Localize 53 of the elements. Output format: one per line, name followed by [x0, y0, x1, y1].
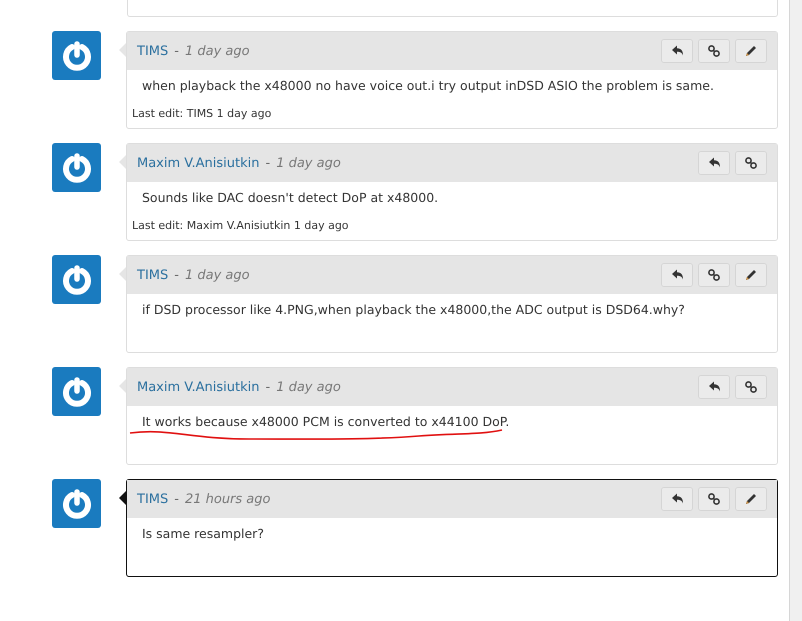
link-button[interactable]: [698, 487, 730, 511]
reply-button[interactable]: [661, 263, 693, 287]
power-icon: [60, 376, 92, 408]
last-edit-note: Last edit: Maxim V.Anisiutkin 1 day ago: [131, 219, 350, 234]
reply-icon: [707, 156, 721, 170]
edit-button[interactable]: [735, 263, 767, 287]
timestamp: 21 hours ago: [184, 492, 270, 506]
power-icon: [60, 40, 92, 72]
reply-icon: [707, 380, 721, 394]
link-icon: [744, 380, 758, 394]
comment-text: It works because x48000 PCM is converted to x44100 DoP.: [142, 414, 510, 429]
author-link[interactable]: TIMS: [137, 268, 168, 282]
link-icon: [707, 268, 721, 282]
link-icon: [744, 156, 758, 170]
comment-text: when playback the x48000 no have voice out.i try output inDSD ASIO the problem is same.: [142, 78, 714, 93]
timestamp: 1 day ago: [184, 44, 250, 58]
power-icon: [60, 152, 92, 184]
pencil-icon: [744, 492, 758, 506]
comment-text: if DSD processor like 4.PNG,when playback the x48000,the ADC output is DSD64.why?: [142, 302, 685, 317]
author-link[interactable]: TIMS: [137, 492, 168, 506]
timestamp: 1 day ago: [276, 380, 341, 394]
reply-button[interactable]: [698, 151, 730, 175]
edit-button[interactable]: [735, 487, 767, 511]
separator: -: [265, 380, 270, 394]
reply-icon: [670, 492, 684, 506]
timestamp: 1 day ago: [184, 268, 250, 282]
power-icon: [60, 264, 92, 296]
author-link[interactable]: Maxim V.Anisiutkin: [137, 380, 260, 394]
last-edit-note: Last edit: TIMS 1 day ago: [131, 107, 272, 122]
separator: -: [265, 156, 270, 170]
reply-button[interactable]: [698, 375, 730, 399]
reply-button[interactable]: [661, 39, 693, 63]
link-button[interactable]: [735, 375, 767, 399]
timestamp: 1 day ago: [276, 156, 341, 170]
reply-button[interactable]: [661, 487, 693, 511]
separator: -: [174, 492, 179, 506]
comment-text: Sounds like DAC doesn't detect DoP at x48000.: [142, 190, 438, 205]
pencil-icon: [744, 44, 758, 58]
separator: -: [174, 44, 179, 58]
link-button[interactable]: [698, 39, 730, 63]
link-button[interactable]: [698, 263, 730, 287]
reply-icon: [670, 268, 684, 282]
power-icon: [60, 488, 92, 520]
pencil-icon: [744, 268, 758, 282]
author-link[interactable]: TIMS: [137, 44, 168, 58]
reply-icon: [670, 44, 684, 58]
link-icon: [707, 492, 721, 506]
author-link[interactable]: Maxim V.Anisiutkin: [137, 156, 260, 170]
link-button[interactable]: [735, 151, 767, 175]
edit-button[interactable]: [735, 39, 767, 63]
separator: -: [174, 268, 179, 282]
link-icon: [707, 44, 721, 58]
comment-text: Is same resampler?: [142, 526, 264, 541]
